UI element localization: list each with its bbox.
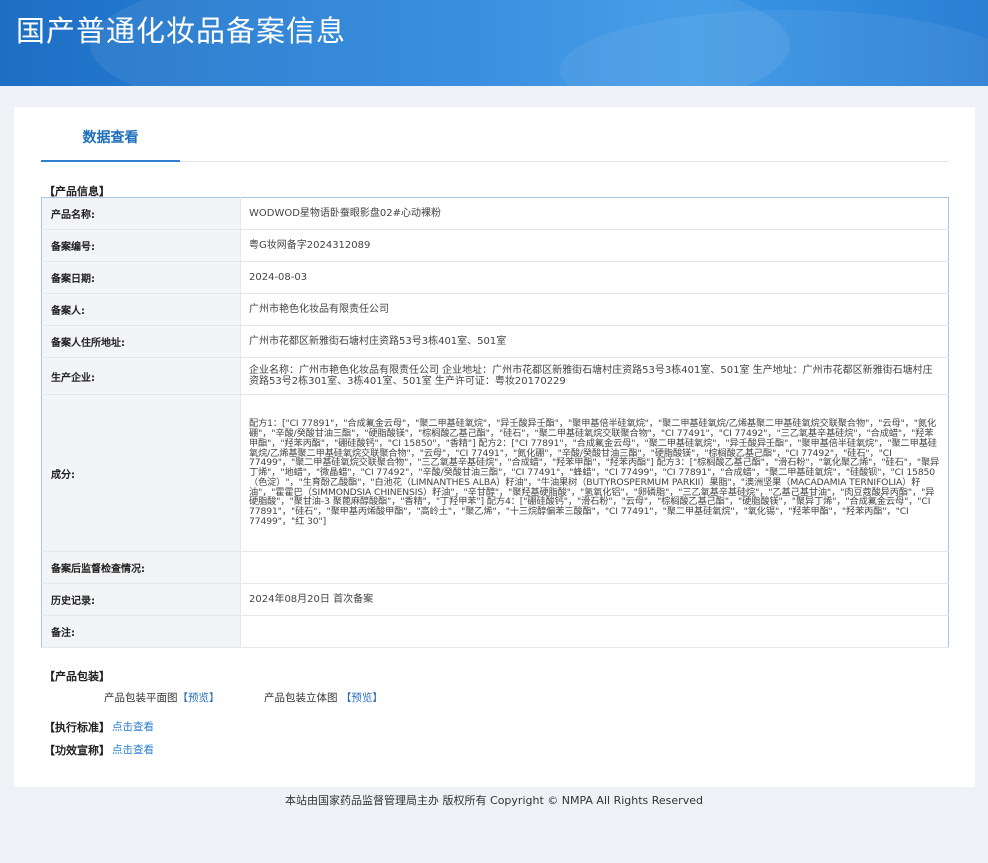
package-3d-item: 产品包装立体图 【预览】 (264, 690, 383, 705)
table-row: 备案编号: 粤G妆网备字2024312089 (41, 229, 949, 262)
row-key: 成分: (41, 394, 241, 552)
row-value-ingredients: 配方1：["CI 77891"，"合成氟金云母"，"聚二甲基硅氧烷"，"异壬酸异… (240, 394, 949, 552)
table-row: 产品名称: WODWOD星物语卧蚕眼影盘02#心动裸粉 (41, 197, 949, 230)
table-row: 备案人: 广州市艳色化妆品有限责任公司 (41, 293, 949, 326)
tab-bar: 数据查看 (41, 107, 949, 162)
table-row: 生产企业: 企业名称：广州市艳色化妆品有限责任公司 企业地址：广州市花都区新雅街… (41, 357, 949, 395)
row-value (240, 551, 949, 584)
row-key: 生产企业: (41, 357, 241, 395)
row-value (240, 615, 949, 648)
row-key: 备案人: (41, 293, 241, 326)
package-flat-preview-link[interactable]: 【预览】 (178, 692, 220, 704)
tab-data-view[interactable]: 数据查看 (41, 107, 180, 162)
row-value: WODWOD星物语卧蚕眼影盘02#心动裸粉 (240, 197, 949, 230)
row-key: 历史记录: (41, 583, 241, 616)
row-key: 备案后监督检查情况: (41, 551, 241, 584)
row-key: 备案日期: (41, 261, 241, 294)
row-value: 广州市花都区新雅街石塘村庄资路53号3栋401室、501室 (240, 325, 949, 358)
section-standard: 【执行标准】 (44, 721, 110, 734)
row-key: 备注: (41, 615, 241, 648)
package-flat-label: 产品包装平面图 (104, 692, 178, 704)
claims-view-link[interactable]: 点击查看 (112, 742, 154, 757)
table-row: 备案日期: 2024-08-03 (41, 261, 949, 294)
row-value: 企业名称：广州市艳色化妆品有限责任公司 企业地址：广州市花都区新雅街石塘村庄资路… (240, 357, 949, 395)
section-packaging: 【产品包装】 (44, 670, 110, 683)
package-3d-label: 产品包装立体图 (264, 692, 338, 704)
package-3d-preview-link[interactable]: 【预览】 (341, 692, 383, 704)
row-key: 备案编号: (41, 229, 241, 262)
product-info-table: 产品名称: WODWOD星物语卧蚕眼影盘02#心动裸粉 备案编号: 粤G妆网备字… (41, 197, 949, 648)
row-value: 粤G妆网备字2024312089 (240, 229, 949, 262)
page-footer: 本站由国家药品监督管理局主办 版权所有 Copyright © NMPA All… (285, 794, 703, 807)
standard-view-link[interactable]: 点击查看 (112, 719, 154, 734)
row-value: 2024-08-03 (240, 261, 949, 294)
table-row: 成分: 配方1：["CI 77891"，"合成氟金云母"，"聚二甲基硅氧烷"，"… (41, 394, 949, 552)
table-row: 备案后监督检查情况: (41, 551, 949, 584)
page-title: 国产普通化妆品备案信息 (16, 14, 347, 48)
page-header: 国产普通化妆品备案信息 (0, 0, 988, 86)
table-row: 历史记录: 2024年08月20日 首次备案 (41, 583, 949, 616)
table-row: 备案人住所地址: 广州市花都区新雅街石塘村庄资路53号3栋401室、501室 (41, 325, 949, 358)
package-flat-item: 产品包装平面图【预览】 (104, 690, 220, 705)
table-row: 备注: (41, 615, 949, 648)
row-key: 产品名称: (41, 197, 241, 230)
row-value: 2024年08月20日 首次备案 (240, 583, 949, 616)
content-panel: 数据查看 【产品信息】 产品名称: WODWOD星物语卧蚕眼影盘02#心动裸粉 … (14, 107, 975, 787)
row-key: 备案人住所地址: (41, 325, 241, 358)
section-claims: 【功效宣称】 (44, 744, 110, 757)
row-value: 广州市艳色化妆品有限责任公司 (240, 293, 949, 326)
